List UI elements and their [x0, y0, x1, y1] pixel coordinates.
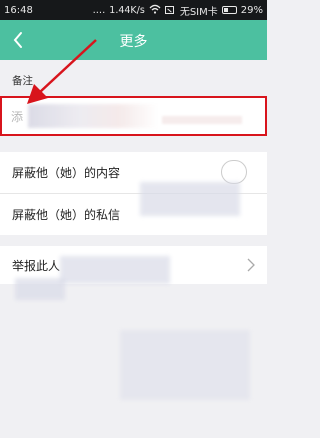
battery-icon [221, 6, 237, 14]
remark-section-label: 备注 [12, 75, 33, 87]
page-title: 更多 [119, 34, 148, 50]
chevron-right-icon [247, 258, 255, 275]
background-mosaic [15, 278, 65, 300]
remark-placeholder: 添 [11, 110, 24, 124]
battery-percent: 29% [240, 4, 263, 16]
remark-input[interactable]: 添 [0, 96, 267, 136]
privacy-mosaic [140, 182, 240, 216]
sim-icon [164, 6, 174, 14]
remark-mosaic [28, 104, 158, 128]
hide-content-label: 屏蔽他（她）的内容 [12, 166, 121, 180]
privacy-settings-group: 屏蔽他（她）的内容 屏蔽他（她）的私信 [0, 152, 267, 235]
status-bar: 16:48 .... 1.44K/s 无SIM卡 29% [0, 0, 267, 20]
status-indicators: .... 1.44K/s 无SIM卡 29% [93, 3, 263, 18]
remark-mosaic-tail [162, 116, 242, 124]
wifi-icon [149, 4, 161, 17]
background-mosaic [120, 330, 250, 400]
signal-icon: .... [92, 4, 106, 16]
report-label: 举报此人 [12, 258, 61, 273]
network-speed: 1.44K/s [109, 4, 145, 16]
hide-message-label: 屏蔽他（她）的私信 [12, 207, 121, 222]
report-mosaic [60, 256, 170, 284]
nav-bar: 更多 [0, 20, 267, 60]
hide-content-toggle[interactable] [221, 160, 247, 184]
status-time: 16:48 [4, 4, 33, 16]
sim-status: 无SIM卡 [179, 6, 218, 18]
